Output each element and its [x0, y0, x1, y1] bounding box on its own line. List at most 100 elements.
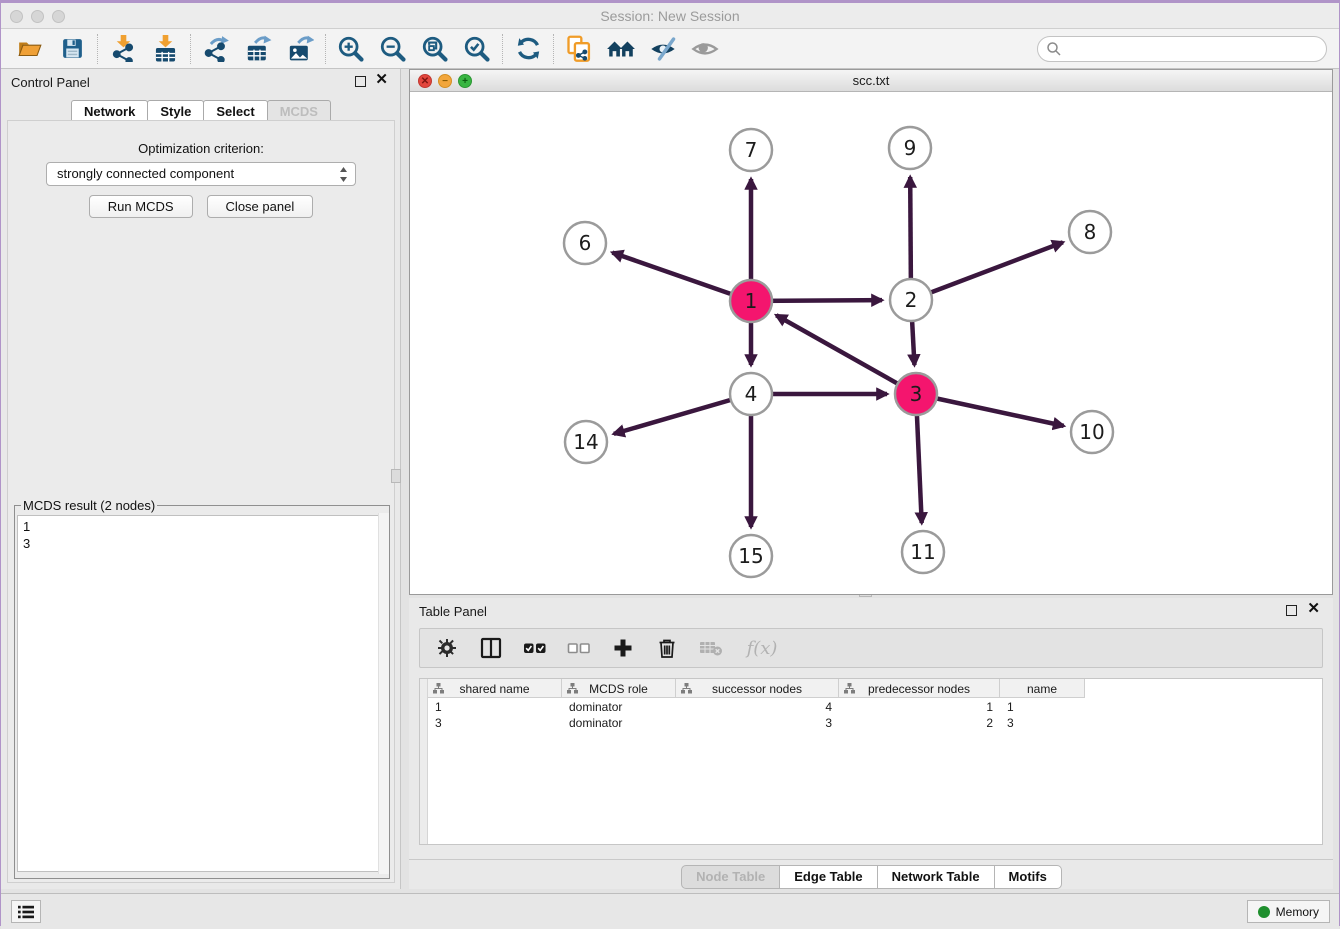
table-panel-close-button[interactable]: ✕: [1307, 600, 1320, 618]
cell-name[interactable]: 1: [1000, 699, 1085, 715]
tab-edge-table[interactable]: Edge Table: [779, 865, 877, 889]
node-6[interactable]: 6: [564, 222, 606, 264]
node-8[interactable]: 8: [1069, 211, 1111, 253]
control-panel-title: Control Panel: [11, 75, 90, 90]
search-input[interactable]: [1037, 36, 1327, 62]
control-panel-float-button[interactable]: [355, 76, 366, 87]
node-15[interactable]: 15: [730, 535, 772, 577]
add-column-button[interactable]: [610, 635, 636, 661]
tab-node-table[interactable]: Node Table: [681, 865, 780, 889]
split-panel-button[interactable]: [478, 635, 504, 661]
mcds-panel-body: Optimization criterion: strongly connect…: [7, 120, 395, 883]
run-mcds-button[interactable]: Run MCDS: [89, 195, 193, 218]
node-9[interactable]: 9: [889, 127, 931, 169]
cell-successor-nodes[interactable]: 3: [676, 715, 839, 731]
memory-button[interactable]: Memory: [1247, 900, 1330, 923]
node-14[interactable]: 14: [565, 421, 607, 463]
export-table-button[interactable]: [237, 32, 279, 66]
cell-predecessor-nodes[interactable]: 1: [839, 699, 1000, 715]
list-icon: [17, 904, 35, 920]
divider-grip-vertical[interactable]: [391, 469, 401, 483]
node-3[interactable]: 3: [895, 373, 937, 415]
status-menu-button[interactable]: [11, 900, 41, 923]
unchecked-boxes-icon: [567, 637, 591, 659]
open-session-button[interactable]: [9, 32, 51, 66]
search-icon: [1046, 41, 1062, 62]
function-builder-button[interactable]: f(x): [742, 635, 782, 661]
result-scrollbar[interactable]: [378, 513, 389, 874]
fx-icon: f(x): [747, 638, 778, 659]
column-header-mcds-role[interactable]: MCDS role: [562, 679, 676, 698]
cell-mcds-role[interactable]: dominator: [562, 699, 676, 715]
table-row[interactable]: 1dominator411: [428, 699, 1085, 715]
open-folder-icon: [17, 36, 43, 62]
node-10[interactable]: 10: [1071, 411, 1113, 453]
zoom-in-button[interactable]: [330, 32, 372, 66]
network-canvas[interactable]: 1 2 3 4 6 7 8 9 10 11 14 15: [410, 92, 1332, 594]
svg-text:1: 1: [745, 289, 758, 313]
control-panel: Control Panel ✕ NetworkStyleSelectMCDS O…: [1, 69, 401, 889]
cell-shared-name[interactable]: 3: [428, 715, 562, 731]
svg-text:2: 2: [905, 288, 918, 312]
node-11[interactable]: 11: [902, 531, 944, 573]
window-title: Session: New Session: [1, 8, 1339, 24]
zoom-fit-button[interactable]: [414, 32, 456, 66]
column-header-successor-nodes[interactable]: successor nodes: [676, 679, 839, 698]
zoom-selected-icon: [463, 35, 491, 63]
column-header-label: predecessor nodes: [868, 682, 970, 696]
node-4[interactable]: 4: [730, 373, 772, 415]
memory-label: Memory: [1276, 905, 1319, 919]
window-titlebar: Session: New Session: [1, 3, 1339, 29]
table-panel-title: Table Panel: [419, 604, 487, 619]
close-panel-button[interactable]: Close panel: [207, 195, 314, 218]
tab-motifs[interactable]: Motifs: [994, 865, 1062, 889]
column-header-predecessor-nodes[interactable]: predecessor nodes: [839, 679, 1000, 698]
home-views-button[interactable]: [600, 32, 642, 66]
import-network-icon: [110, 35, 137, 62]
edge-3-10[interactable]: [916, 394, 1064, 426]
node-2[interactable]: 2: [890, 279, 932, 321]
delete-column-button[interactable]: [654, 635, 680, 661]
export-table-icon: [245, 35, 272, 62]
eye-icon: [691, 35, 719, 63]
show-all-button[interactable]: [684, 32, 726, 66]
select-all-rows-button[interactable]: [522, 635, 548, 661]
mcds-result-list[interactable]: 1 3: [17, 515, 387, 872]
control-panel-close-button[interactable]: ✕: [375, 71, 388, 89]
criterion-select[interactable]: strongly connected component: [46, 162, 356, 186]
import-table-button[interactable]: [144, 32, 186, 66]
refresh-layout-button[interactable]: [507, 32, 549, 66]
column-header-shared-name[interactable]: shared name: [428, 679, 562, 698]
gear-icon: [436, 637, 458, 659]
zoom-out-button[interactable]: [372, 32, 414, 66]
node-1[interactable]: 1: [730, 280, 772, 322]
hide-selected-button[interactable]: [642, 32, 684, 66]
table-header-row: shared nameMCDS rolesuccessor nodes prede…: [428, 679, 1085, 698]
import-network-button[interactable]: [102, 32, 144, 66]
toolbar-separator: [325, 34, 326, 64]
node-table: shared nameMCDS rolesuccessor nodes prede…: [419, 678, 1323, 845]
cell-mcds-role[interactable]: dominator: [562, 715, 676, 731]
tab-network-table[interactable]: Network Table: [877, 865, 995, 889]
table-settings-button[interactable]: [434, 635, 460, 661]
zoom-selected-button[interactable]: [456, 32, 498, 66]
duplicate-network-button[interactable]: [558, 32, 600, 66]
export-network-button[interactable]: [195, 32, 237, 66]
column-header-label: name: [1027, 682, 1057, 696]
node-7[interactable]: 7: [730, 129, 772, 171]
table-row[interactable]: 3dominator323: [428, 715, 1085, 731]
deselect-all-rows-button[interactable]: [566, 635, 592, 661]
cell-successor-nodes[interactable]: 4: [676, 699, 839, 715]
table-panel-float-button[interactable]: [1286, 605, 1297, 616]
memory-status-icon: [1258, 906, 1270, 918]
edge-3-1[interactable]: [776, 315, 916, 394]
network-view-window: ✕ − + scc.txt 1234678910111415: [409, 69, 1333, 595]
cell-predecessor-nodes[interactable]: 2: [839, 715, 1000, 731]
save-session-button[interactable]: [51, 32, 93, 66]
cell-shared-name[interactable]: 1: [428, 699, 562, 715]
delete-table-button[interactable]: [698, 635, 724, 661]
edge-2-8[interactable]: [911, 242, 1063, 300]
export-image-button[interactable]: [279, 32, 321, 66]
cell-name[interactable]: 3: [1000, 715, 1085, 731]
column-header-name[interactable]: name: [1000, 679, 1085, 698]
